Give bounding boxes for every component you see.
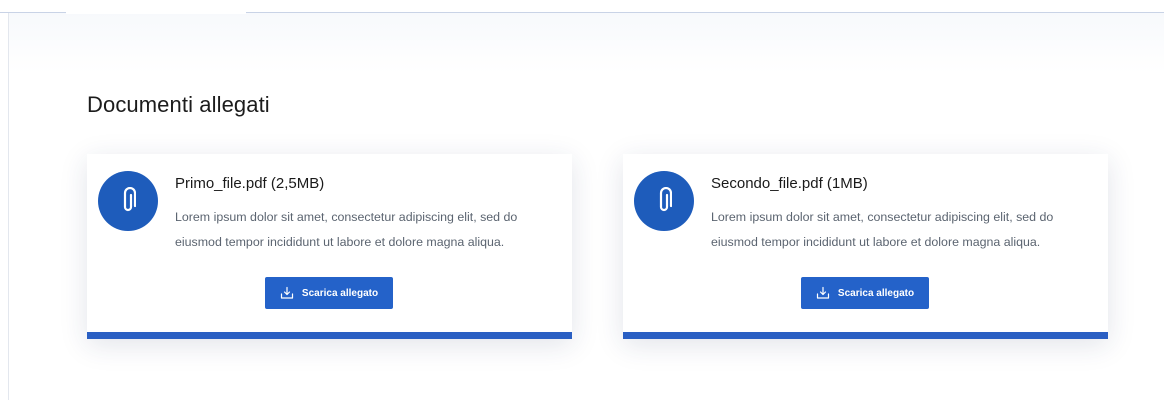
page-frame: Documenti allegati Primo_file.pdf (2,5MB…: [0, 0, 1164, 400]
file-name: Primo_file.pdf (2,5MB): [175, 175, 325, 192]
download-attachment-button[interactable]: Scarica allegato: [265, 277, 393, 309]
download-icon: [280, 286, 294, 300]
download-attachment-button[interactable]: Scarica allegato: [801, 277, 929, 309]
file-description: Lorem ipsum dolor sit amet, consectetur …: [175, 210, 518, 249]
file-description: Lorem ipsum dolor sit amet, consectetur …: [711, 210, 1054, 249]
file-name: Secondo_file.pdf (1MB): [711, 175, 868, 192]
download-button-label: Scarica allegato: [837, 287, 915, 299]
paperclip-icon: [634, 171, 694, 231]
left-divider: [8, 13, 9, 400]
section-title: Documenti allegati: [87, 92, 270, 117]
card-accent-bar: [87, 332, 572, 339]
attachment-card: Secondo_file.pdf (1MB) Lorem ipsum dolor…: [623, 154, 1108, 339]
download-button-label: Scarica allegato: [301, 287, 379, 299]
card-accent-bar: [623, 332, 1108, 339]
active-tab-indicator: [66, 11, 246, 14]
download-icon: [816, 286, 830, 300]
attachment-card: Primo_file.pdf (2,5MB) Lorem ipsum dolor…: [87, 154, 572, 339]
paperclip-icon: [98, 171, 158, 231]
